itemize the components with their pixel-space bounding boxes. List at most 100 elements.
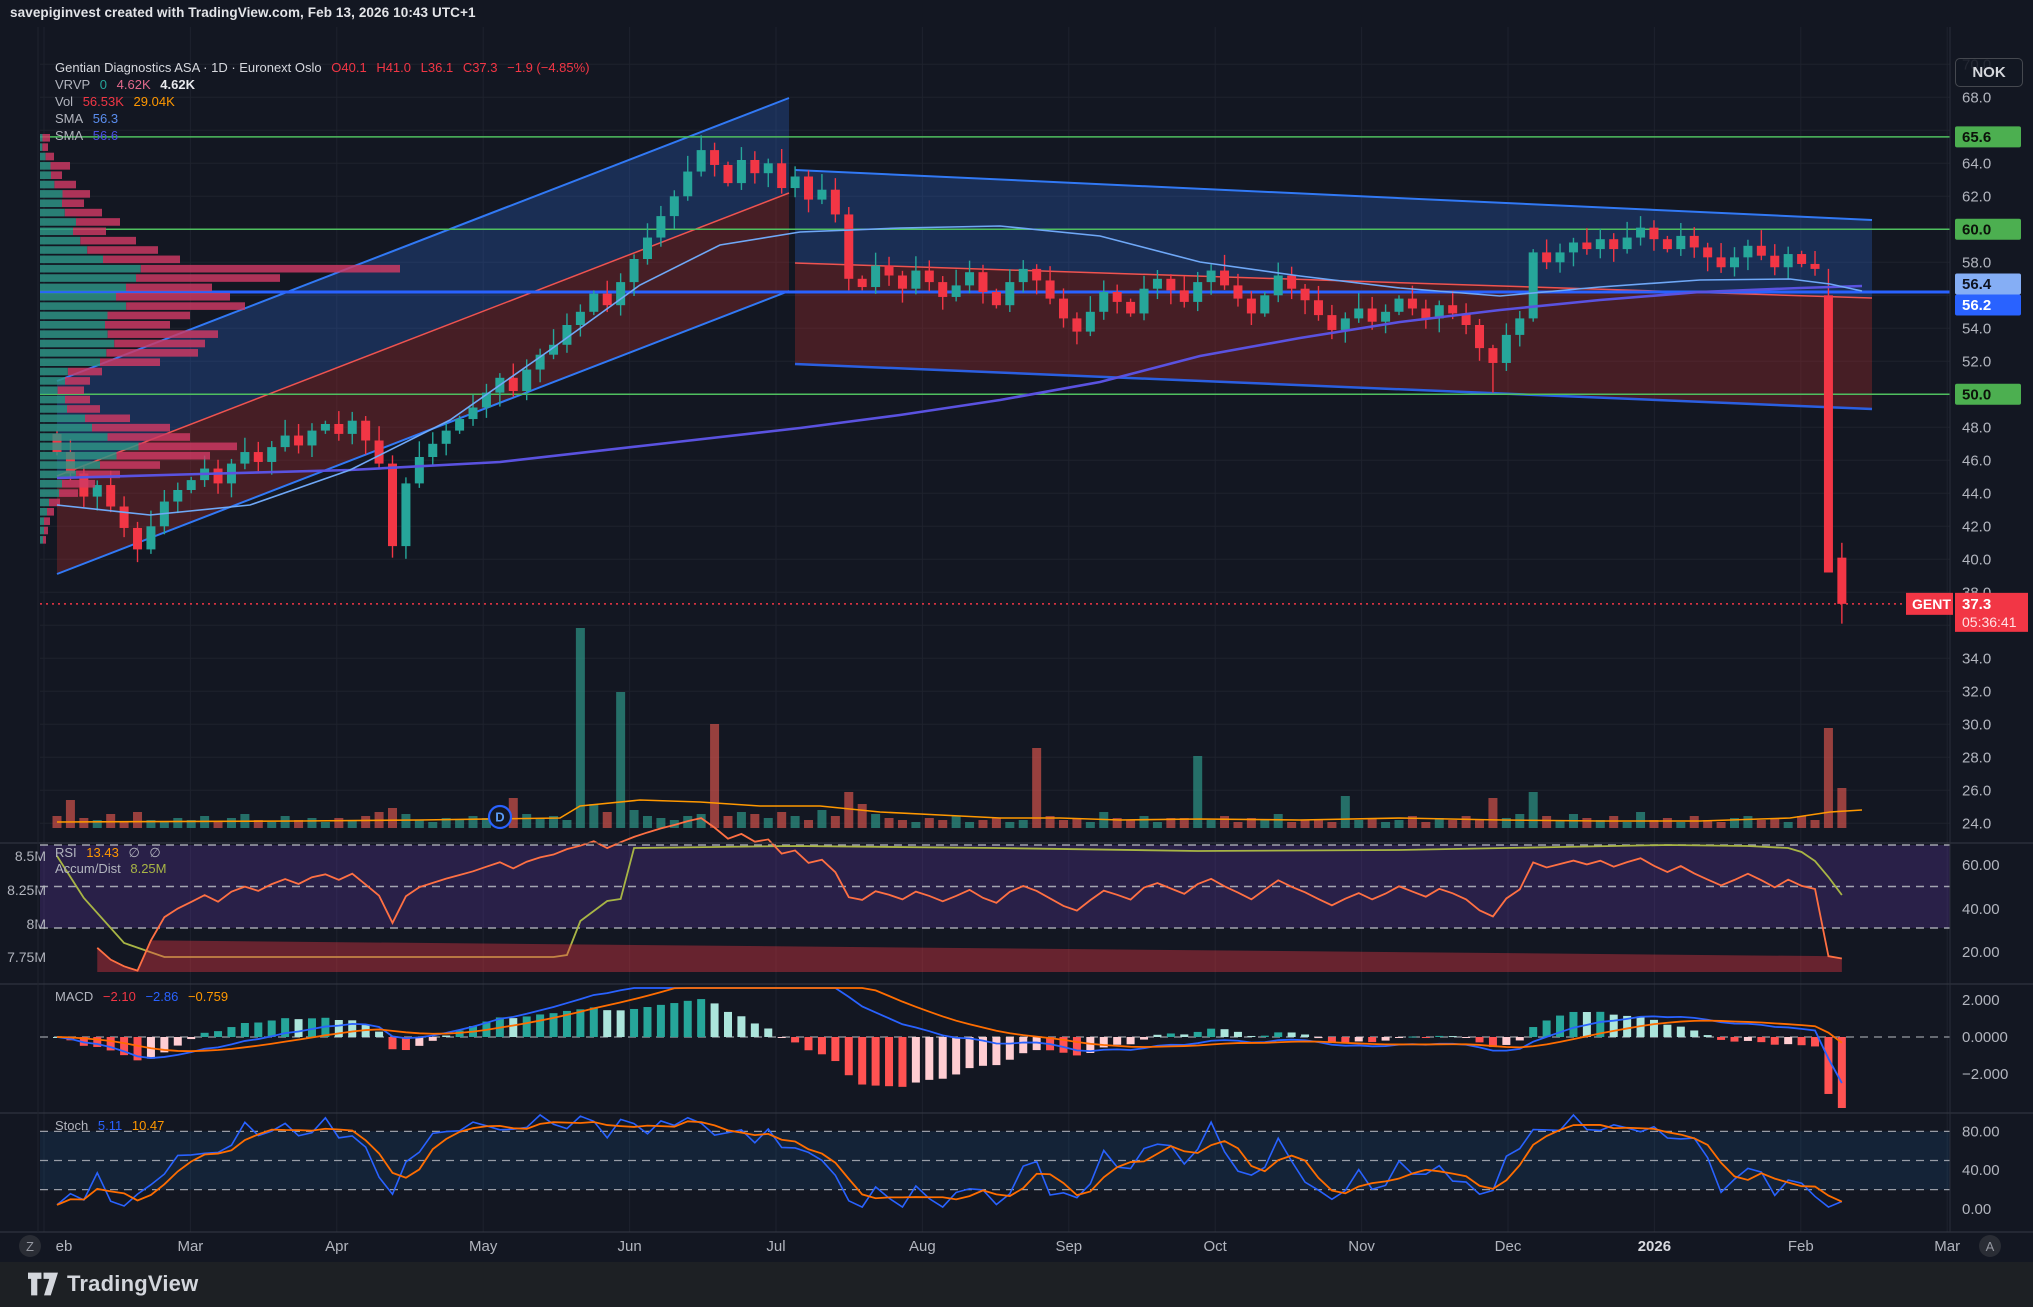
time-tick: Sep: [1055, 1238, 1082, 1255]
last-price-label[interactable]: GENT37.305:36:41: [1906, 593, 2028, 632]
svg-text:58.0: 58.0: [1962, 254, 1991, 271]
attribution-text: savepiginvest created with TradingView.c…: [10, 5, 476, 20]
tradingview-logo[interactable]: TradingView: [28, 1271, 198, 1297]
timezone-button[interactable]: Z: [19, 1235, 41, 1257]
time-tick: Aug: [909, 1238, 936, 1255]
svg-text:−2.000: −2.000: [1962, 1066, 2008, 1083]
svg-text:30.0: 30.0: [1962, 716, 1991, 733]
rsi-ma1: ∅: [128, 845, 139, 860]
svg-text:68.0: 68.0: [1962, 89, 1991, 106]
autoscale-button[interactable]: A: [1979, 1235, 2001, 1257]
svg-text:40.00: 40.00: [1962, 1162, 2000, 1179]
ohlc-high: H41.0: [376, 60, 411, 75]
svg-text:56.4: 56.4: [1962, 276, 1992, 293]
ohlc-close: C37.3: [463, 60, 498, 75]
rsi-pane[interactable]: 60.0040.0020.008.5M8.25M8M7.75M: [7, 818, 1999, 972]
svg-text:80.00: 80.00: [1962, 1123, 2000, 1140]
stoch-k-value: 5.11: [98, 1118, 122, 1133]
time-tick: 2026: [1638, 1238, 1671, 1255]
time-tick: Jun: [618, 1238, 642, 1255]
time-axis[interactable]: eb Mar Apr May Jun Jul Aug Sep Oct Nov Dec 2026 Feb M…: [19, 1235, 2001, 1257]
level-label-50-0[interactable]: 50.0: [1955, 384, 2021, 405]
chart-svg[interactable]: D60.0040.0020.008.5M8.25M8M7.75M2.0000.0…: [0, 27, 2033, 1262]
svg-text:0.00: 0.00: [1962, 1201, 1991, 1218]
svg-text:62.0: 62.0: [1962, 188, 1991, 205]
time-tick: May: [469, 1238, 498, 1255]
macd-label: MACD: [55, 989, 93, 1004]
svg-text:2.000: 2.000: [1962, 992, 2000, 1009]
svg-text:52.0: 52.0: [1962, 353, 1991, 370]
stoch-legend[interactable]: Stoch 5.11 10.47: [55, 1118, 170, 1134]
ohlc-open: O40.1: [331, 60, 366, 75]
svg-text:65.6: 65.6: [1962, 129, 1991, 146]
svg-text:40.00: 40.00: [1962, 901, 2000, 918]
svg-text:56.2: 56.2: [1962, 297, 1991, 314]
level-label-60-0[interactable]: 60.0: [1955, 219, 2021, 240]
currency-button[interactable]: NOK: [1955, 58, 2023, 87]
svg-text:D: D: [495, 810, 504, 825]
vrvp-value-a: 0: [100, 77, 107, 92]
macd-pane[interactable]: 2.000 0.0000 −2.000: [40, 988, 2008, 1108]
vol-label: Vol: [55, 94, 73, 109]
time-tick: Oct: [1204, 1238, 1228, 1255]
main-legend: Gentian Diagnostics ASA · 1D · Euronext …: [55, 60, 596, 145]
svg-text:A: A: [1986, 1239, 1995, 1254]
dividend-marker[interactable]: D: [489, 806, 511, 828]
svg-text:44.0: 44.0: [1962, 485, 1991, 502]
vrvp-value-b: 4.62K: [117, 77, 151, 92]
vrvp-label: VRVP: [55, 77, 90, 92]
svg-text:0.0000: 0.0000: [1962, 1029, 2008, 1046]
time-tick: Apr: [325, 1238, 348, 1255]
footer-bar: TradingView: [0, 1262, 2033, 1307]
macd-line-value: −2.86: [145, 989, 178, 1004]
svg-text:46.0: 46.0: [1962, 452, 1991, 469]
time-tick: Feb: [1788, 1238, 1814, 1255]
trend-channels[interactable]: [57, 98, 1872, 574]
svg-text:64.0: 64.0: [1962, 155, 1991, 172]
svg-text:40.0: 40.0: [1962, 551, 1991, 568]
ohlc-low: L36.1: [421, 60, 454, 75]
stoch-pane[interactable]: 80.00 40.00 0.00: [40, 1115, 2000, 1218]
time-tick: Dec: [1495, 1238, 1522, 1255]
svg-text:7.75M: 7.75M: [7, 949, 46, 965]
tradingview-wordmark: TradingView: [67, 1271, 198, 1297]
svg-text:8.25M: 8.25M: [7, 882, 46, 898]
tradingview-icon: [28, 1271, 58, 1297]
legend-sma2-row[interactable]: SMA 56.6: [55, 128, 596, 144]
svg-text:34.0: 34.0: [1962, 650, 1991, 667]
stoch-label: Stoch: [55, 1118, 88, 1133]
legend-vol-row[interactable]: Vol 56.53K 29.04K: [55, 94, 596, 110]
legend-sma1-row[interactable]: SMA 56.3: [55, 111, 596, 127]
vrvp-value-c: 4.62K: [160, 77, 195, 92]
vol-value: 56.53K: [83, 94, 124, 109]
sma1-label: SMA: [55, 111, 83, 126]
stoch-d-value: 10.47: [132, 1118, 165, 1133]
rsi-legend[interactable]: RSI 13.43 ∅ ∅ Accum/Dist 8.25M: [55, 845, 173, 877]
level-label-65-6[interactable]: 65.6: [1955, 126, 2021, 147]
time-tick: Nov: [1348, 1238, 1375, 1255]
accdist-label: Accum/Dist: [55, 861, 121, 876]
svg-text:26.0: 26.0: [1962, 782, 1991, 799]
price-axis[interactable]: 70.068.064.062.058.054.052.048.046.044.0…: [1906, 56, 2028, 832]
svg-text:32.0: 32.0: [1962, 683, 1991, 700]
svg-text:50.0: 50.0: [1962, 386, 1991, 403]
time-tick: eb: [56, 1238, 73, 1255]
time-tick: Jul: [766, 1238, 785, 1255]
svg-text:8M: 8M: [27, 916, 46, 932]
ohlc-change: −1.9 (−4.85%): [507, 60, 589, 75]
time-tick: Mar: [177, 1238, 203, 1255]
hline-label-56-2[interactable]: 56.2: [1955, 295, 2021, 316]
macd-legend[interactable]: MACD −2.10 −2.86 −0.759: [55, 989, 234, 1005]
svg-text:8.5M: 8.5M: [15, 848, 46, 864]
sma-label-56-4[interactable]: 56.4: [1955, 274, 2021, 295]
svg-text:60.0: 60.0: [1962, 221, 1991, 238]
svg-text:Z: Z: [26, 1239, 34, 1254]
macd-signal-value: −0.759: [188, 989, 228, 1004]
legend-symbol-row[interactable]: Gentian Diagnostics ASA · 1D · Euronext …: [55, 60, 596, 76]
legend-vrvp-row[interactable]: VRVP 0 4.62K 4.62K: [55, 77, 596, 93]
svg-text:24.0: 24.0: [1962, 815, 1991, 832]
time-tick: Mar: [1934, 1238, 1960, 1255]
svg-text:37.3: 37.3: [1962, 596, 1991, 613]
chart-surface[interactable]: D60.0040.0020.008.5M8.25M8M7.75M2.0000.0…: [0, 27, 2033, 1262]
svg-text:05:36:41: 05:36:41: [1962, 614, 2017, 630]
